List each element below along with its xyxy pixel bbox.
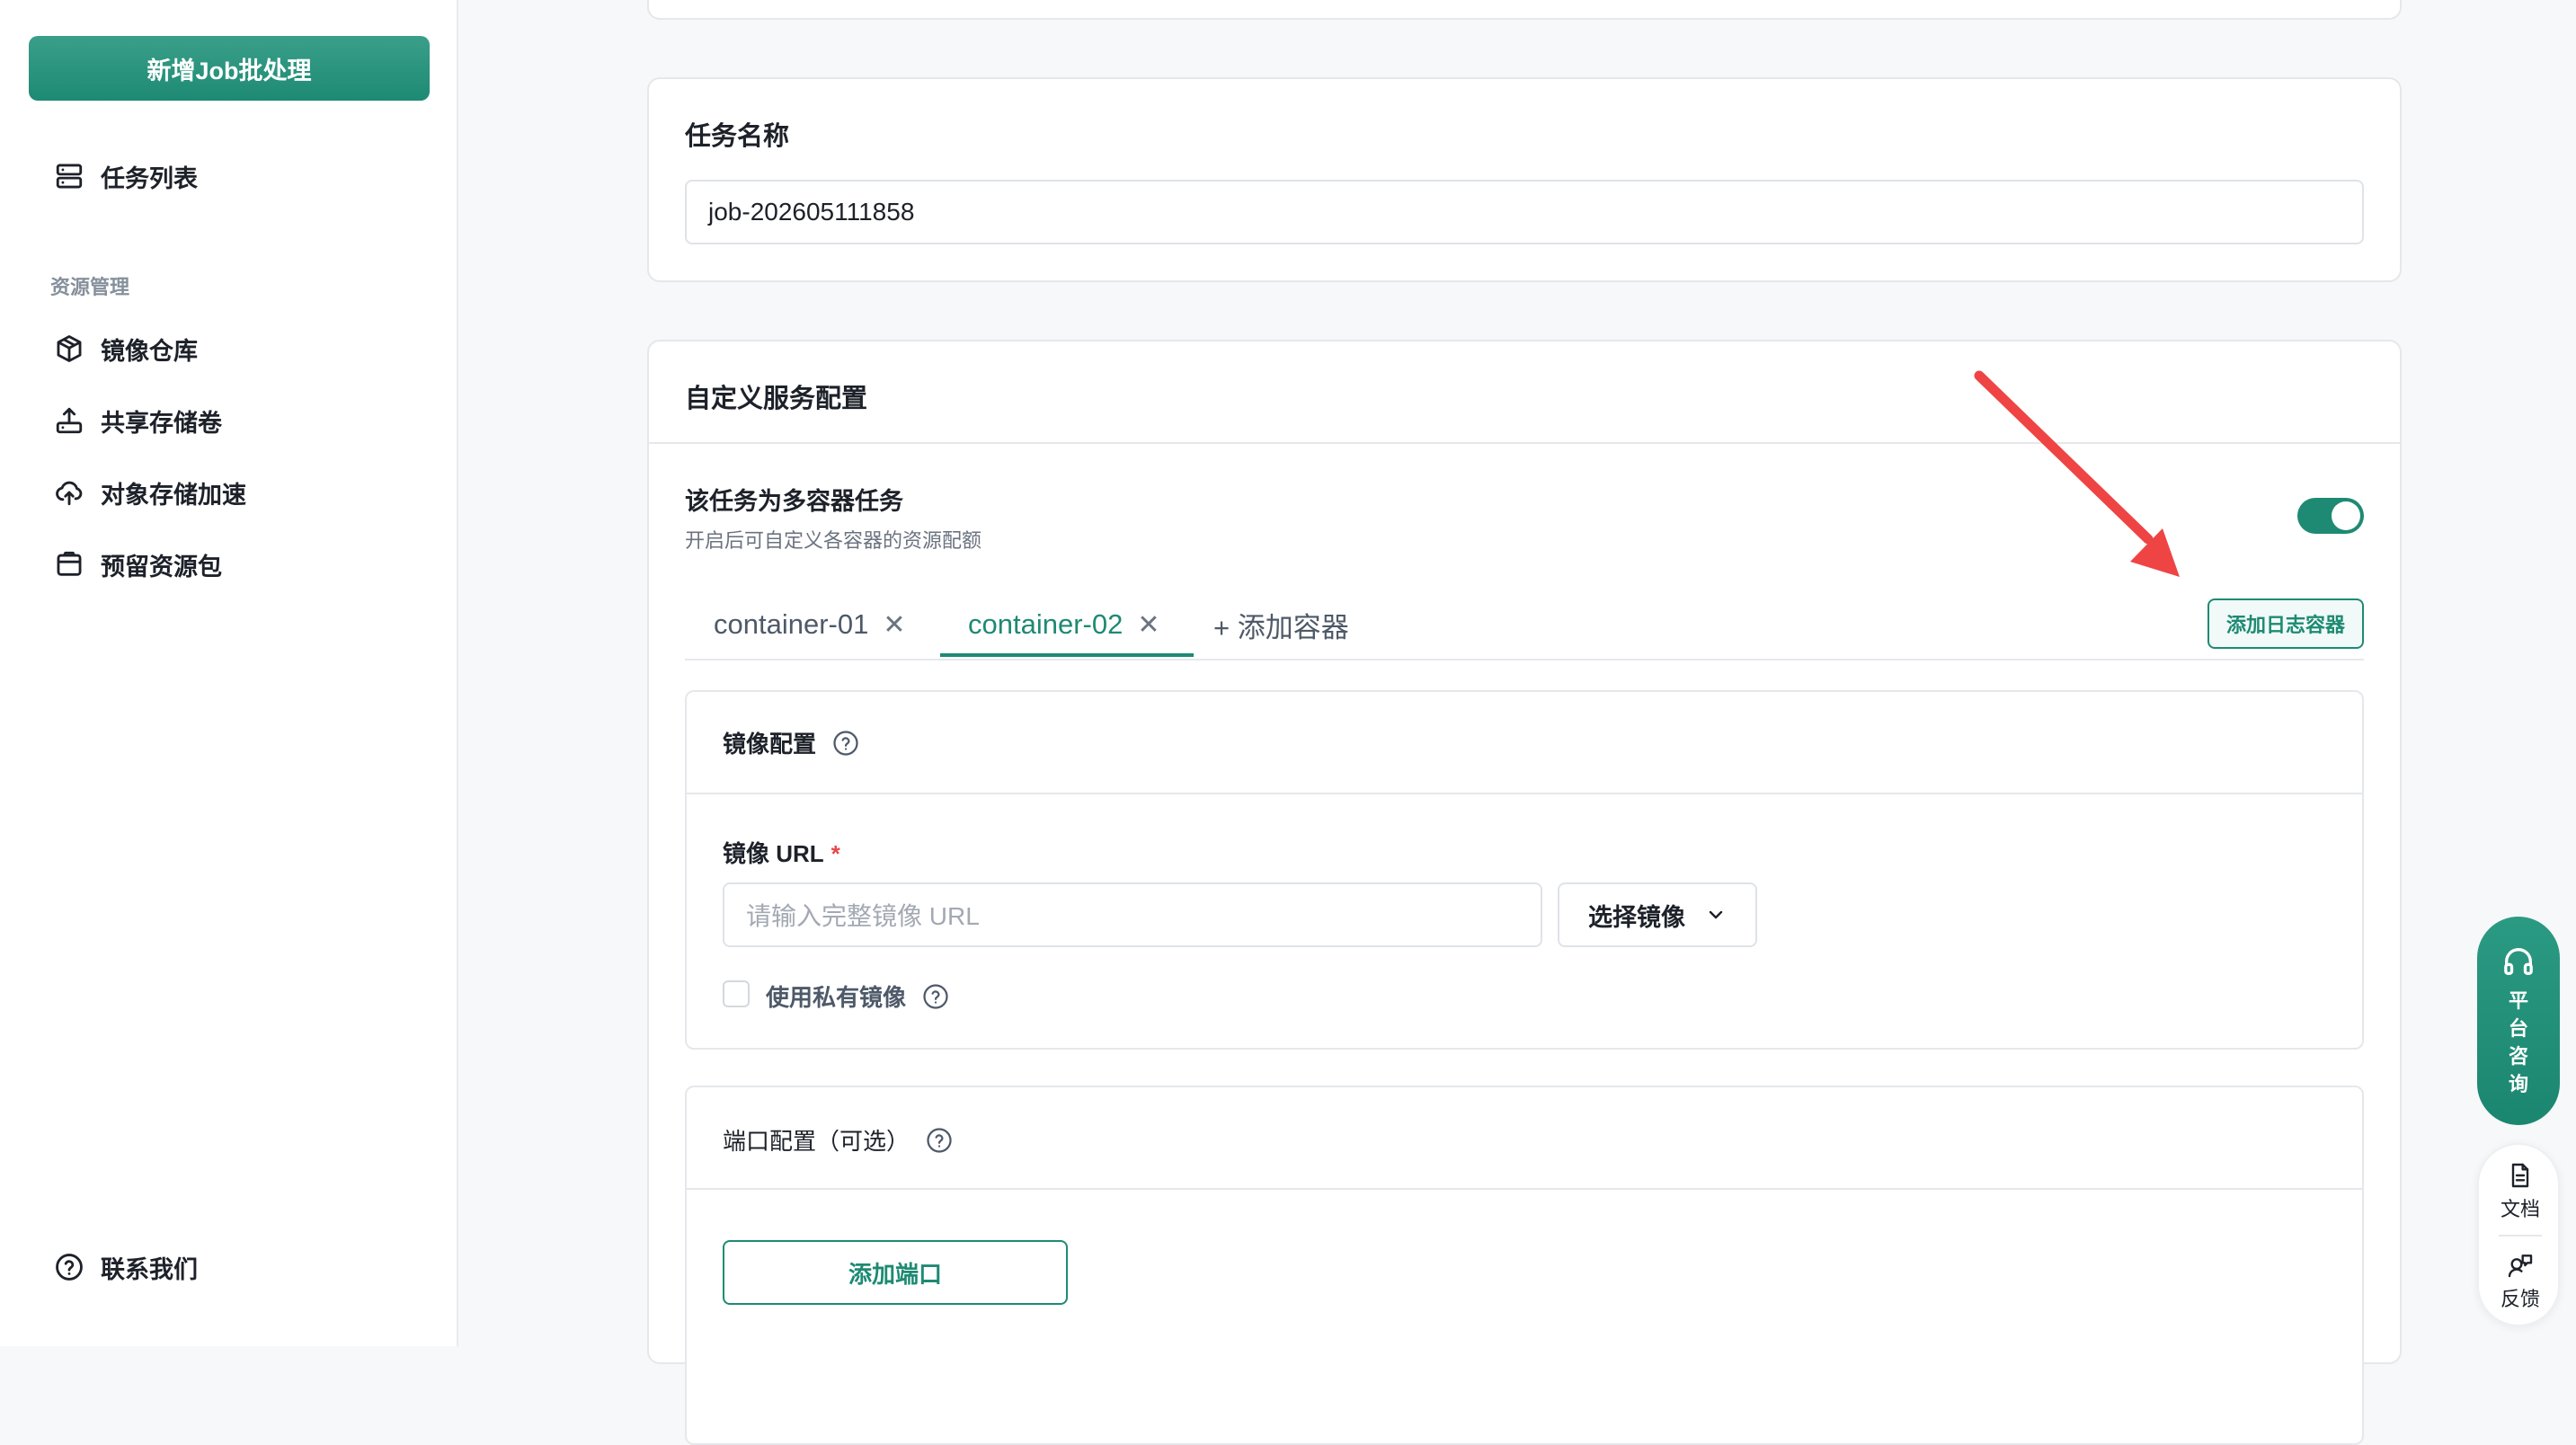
sidebar-item-label: 共享存储卷: [101, 409, 222, 437]
close-icon[interactable]: ✕: [1137, 609, 1159, 641]
consult-char: 询: [2508, 1073, 2528, 1095]
help-circle-icon: [56, 1254, 83, 1281]
help-circle-icon[interactable]: [922, 983, 949, 1010]
side-tools-panel: 文档 反馈: [2477, 1143, 2560, 1326]
sidebar: 新增Job批处理 任务列表 资源管理 镜像仓库 共享存储卷 对象存储加速 预留资…: [0, 0, 458, 1346]
sidebar-item-image-repo[interactable]: 镜像仓库: [54, 324, 431, 374]
package-icon: [57, 551, 82, 576]
upload-tray-icon: [56, 407, 83, 434]
task-name-value: job-202605111858: [708, 198, 915, 226]
use-private-image-checkbox[interactable]: [723, 980, 750, 1007]
previous-card: [647, 0, 2402, 20]
port-config-header: 端口配置（可选）: [723, 1123, 953, 1157]
consult-char: 平: [2508, 989, 2528, 1012]
annotation-arrow: [1974, 370, 2180, 577]
tab-container-01[interactable]: container-01 ✕: [714, 604, 905, 645]
add-log-container-button[interactable]: 添加日志容器: [2207, 598, 2364, 649]
port-config-divider: [687, 1188, 2362, 1190]
feedback-label: 反馈: [2500, 1288, 2540, 1310]
docs-label: 文档: [2500, 1198, 2540, 1220]
headset-icon: [2504, 948, 2533, 975]
image-url-label-row: 镜像 URL *: [723, 836, 840, 869]
image-config-header: 镜像配置: [723, 726, 859, 759]
sidebar-item-shared-volume[interactable]: 共享存储卷: [54, 395, 431, 446]
sidebar-item-label: 镜像仓库: [101, 337, 198, 365]
feedback-button[interactable]: 反馈: [2479, 1251, 2562, 1312]
multi-container-label: 该任务为多容器任务: [685, 488, 903, 515]
tab-label: container-02: [968, 608, 1124, 640]
sidebar-item-contact[interactable]: 联系我们: [54, 1242, 431, 1292]
add-container-label: + 添加容器: [1213, 611, 1349, 643]
active-tab-underline: [940, 653, 1194, 657]
select-image-button[interactable]: 选择镜像: [1558, 882, 1757, 947]
sidebar-item-label: 对象存储加速: [101, 481, 246, 509]
close-icon[interactable]: ✕: [883, 609, 905, 641]
platform-consult-button[interactable]: 平 台 咨 询: [2477, 917, 2560, 1125]
cloud-upload-icon: [56, 481, 83, 506]
new-job-button[interactable]: 新增Job批处理: [29, 36, 430, 101]
consult-char: 台: [2508, 1017, 2528, 1040]
help-circle-icon[interactable]: [926, 1127, 953, 1154]
sidebar-item-label: 任务列表: [101, 164, 198, 192]
port-config-title: 端口配置（可选）: [723, 1128, 910, 1155]
select-image-label: 选择镜像: [1588, 903, 1685, 931]
consult-char: 咨: [2508, 1045, 2528, 1068]
sidebar-section-resource: 资源管理: [50, 276, 130, 298]
document-icon: [2511, 1163, 2529, 1188]
required-mark: *: [831, 840, 840, 867]
image-config-title: 镜像配置: [723, 731, 817, 758]
sidebar-item-task-list[interactable]: 任务列表: [54, 151, 431, 201]
add-port-button[interactable]: 添加端口: [723, 1240, 1068, 1305]
image-url-label: 镜像 URL: [723, 840, 824, 867]
use-private-image-label: 使用私有镜像: [766, 984, 907, 1011]
multi-container-description: 开启后可自定义各容器的资源配额: [685, 529, 982, 552]
sidebar-item-reserved-package[interactable]: 预留资源包: [54, 539, 431, 590]
docs-button[interactable]: 文档: [2479, 1161, 2562, 1222]
sidebar-item-object-storage[interactable]: 对象存储加速: [54, 467, 431, 518]
box-icon: [57, 335, 82, 362]
multi-container-toggle[interactable]: [2297, 498, 2364, 534]
custom-service-title: 自定义服务配置: [685, 385, 868, 413]
tab-container-02[interactable]: container-02 ✕: [968, 604, 1159, 645]
image-config-divider: [687, 793, 2362, 794]
add-container-tab[interactable]: + 添加容器: [1213, 604, 1349, 645]
tools-divider: [2499, 1235, 2542, 1237]
tabs-baseline: [685, 659, 2364, 660]
feedback-icon: [2508, 1254, 2533, 1278]
sidebar-item-label: 预留资源包: [101, 553, 222, 581]
help-circle-icon[interactable]: [832, 730, 859, 757]
task-name-input[interactable]: job-202605111858: [685, 180, 2364, 244]
toggle-knob: [2332, 501, 2360, 530]
sidebar-item-label: 联系我们: [101, 1255, 198, 1283]
image-url-input[interactable]: 请输入完整镜像 URL: [723, 882, 1542, 947]
use-private-image-row: 使用私有镜像: [766, 980, 949, 1013]
tab-label: container-01: [714, 608, 869, 640]
server-list-icon: [56, 164, 83, 189]
task-name-title: 任务名称: [685, 122, 790, 151]
image-url-placeholder: 请输入完整镜像 URL: [746, 902, 980, 930]
chevron-down-icon: [1709, 910, 1723, 919]
